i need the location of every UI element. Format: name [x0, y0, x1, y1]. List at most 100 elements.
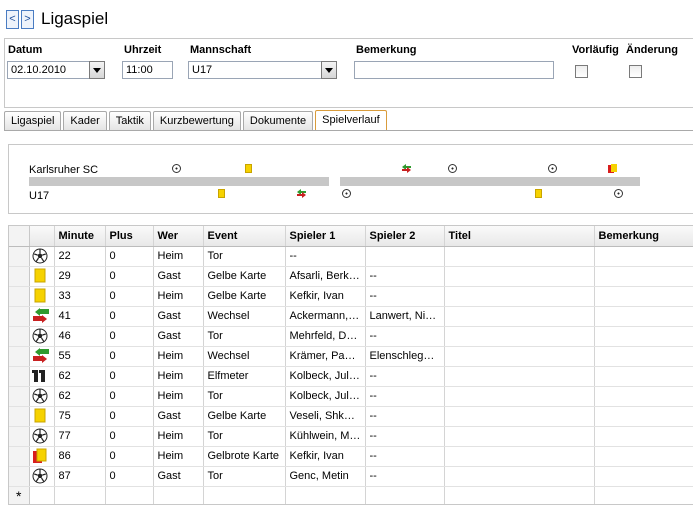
tab-taktik[interactable]: Taktik — [108, 111, 151, 130]
spieler-1-cell[interactable]: Kefkir, Ivan — [285, 446, 366, 467]
row-selector[interactable] — [9, 386, 30, 407]
mannschaft-select[interactable]: U17 — [188, 61, 322, 79]
tab-kurzbewertung[interactable]: Kurzbewertung — [152, 111, 241, 130]
yellow-card-icon[interactable] — [245, 164, 252, 173]
bemerkung-cell[interactable] — [594, 326, 693, 347]
spieler-2-cell[interactable]: -- — [365, 386, 445, 407]
table-row[interactable]: 41 0 Gast Wechsel Ackermann, J... Lanwer… — [9, 306, 693, 327]
row-selector[interactable] — [9, 366, 30, 387]
event-cell[interactable]: Gelbe Karte — [203, 266, 286, 287]
vorlaeufig-checkbox[interactable] — [575, 65, 588, 78]
bemerkung-cell[interactable] — [594, 386, 693, 407]
aenderung-checkbox[interactable] — [629, 65, 642, 78]
spieler-2-cell[interactable]: Lanwert, Nic... — [365, 306, 445, 327]
plus-cell[interactable]: 0 — [105, 446, 154, 467]
minute-cell[interactable]: 77 — [54, 426, 106, 447]
yellow-red-card-icon[interactable] — [608, 164, 617, 173]
plus-cell[interactable]: 0 — [105, 266, 154, 287]
plus-cell[interactable]: 0 — [105, 306, 154, 327]
wer-cell[interactable]: Heim — [153, 286, 204, 307]
spieler-1-cell[interactable]: Genc, Metin — [285, 466, 366, 487]
event-cell[interactable]: Tor — [203, 246, 286, 267]
minute-cell[interactable]: 55 — [54, 346, 106, 367]
plus-cell[interactable]: 0 — [105, 466, 154, 487]
minute-cell[interactable]: 33 — [54, 286, 106, 307]
event-cell[interactable]: Tor — [203, 426, 286, 447]
row-selector-header[interactable] — [9, 226, 30, 247]
row-selector[interactable] — [9, 446, 30, 467]
plus-cell[interactable]: 0 — [105, 366, 154, 387]
spieler-1-cell[interactable]: Veseli, Shkel... — [285, 406, 366, 427]
minute-cell[interactable]: 62 — [54, 386, 106, 407]
new-row-cell[interactable] — [594, 486, 693, 504]
table-row[interactable]: 55 0 Heim Wechsel Krämer, Pascal Elensch… — [9, 346, 693, 367]
spieler-1-cell[interactable]: Kühlwein, Ma... — [285, 426, 366, 447]
titel-cell[interactable] — [444, 426, 595, 447]
wer-cell[interactable]: Heim — [153, 366, 204, 387]
spieler-2-cell[interactable]: -- — [365, 406, 445, 427]
wer-cell[interactable]: Heim — [153, 426, 204, 447]
wer-cell[interactable]: Heim — [153, 346, 204, 367]
mannschaft-dropdown-button[interactable] — [321, 61, 337, 79]
titel-cell[interactable] — [444, 366, 595, 387]
spieler-2-cell[interactable]: -- — [365, 366, 445, 387]
plus-cell[interactable]: 0 — [105, 406, 154, 427]
new-row-cell[interactable] — [54, 486, 106, 504]
spieler-2-cell[interactable]: -- — [365, 326, 445, 347]
spieler-2-cell[interactable]: -- — [365, 446, 445, 467]
table-row[interactable]: 75 0 Gast Gelbe Karte Veseli, Shkel... -… — [9, 406, 693, 427]
spieler-2-cell[interactable]: -- — [365, 286, 445, 307]
row-selector[interactable] — [9, 466, 30, 487]
soccer-ball-icon[interactable] — [172, 164, 181, 173]
bemerkung-cell[interactable] — [594, 346, 693, 367]
row-selector[interactable] — [9, 306, 30, 327]
column-header-titel[interactable]: Titel — [444, 226, 595, 247]
yellow-card-icon[interactable] — [218, 189, 225, 198]
soccer-ball-icon[interactable] — [342, 189, 351, 198]
spieler-1-cell[interactable]: Kefkir, Ivan — [285, 286, 366, 307]
event-cell[interactable]: Gelbe Karte — [203, 406, 286, 427]
bemerkung-cell[interactable] — [594, 426, 693, 447]
titel-cell[interactable] — [444, 246, 595, 267]
new-row-cell[interactable] — [29, 486, 55, 504]
minute-cell[interactable]: 87 — [54, 466, 106, 487]
column-header-minute[interactable]: Minute — [54, 226, 106, 247]
new-row-cell[interactable] — [365, 486, 445, 504]
row-selector[interactable] — [9, 286, 30, 307]
new-row[interactable]: * — [9, 486, 693, 504]
minute-cell[interactable]: 46 — [54, 326, 106, 347]
titel-cell[interactable] — [444, 326, 595, 347]
wer-cell[interactable]: Heim — [153, 246, 204, 267]
event-cell[interactable]: Elfmeter — [203, 366, 286, 387]
plus-cell[interactable]: 0 — [105, 326, 154, 347]
datum-dropdown-button[interactable] — [89, 61, 105, 79]
spieler-2-cell[interactable] — [365, 246, 445, 267]
bemerkung-cell[interactable] — [594, 366, 693, 387]
column-header-bemerkung[interactable]: Bemerkung — [594, 226, 693, 247]
table-row[interactable]: 29 0 Gast Gelbe Karte Afsarli, Berkan -- — [9, 266, 693, 287]
soccer-ball-icon[interactable] — [614, 189, 623, 198]
bemerkung-cell[interactable] — [594, 286, 693, 307]
event-cell[interactable]: Wechsel — [203, 346, 286, 367]
column-header-spieler-1[interactable]: Spieler 1 — [285, 226, 366, 247]
titel-cell[interactable] — [444, 446, 595, 467]
table-row[interactable]: 87 0 Gast Tor Genc, Metin -- — [9, 466, 693, 487]
event-cell[interactable]: Tor — [203, 466, 286, 487]
plus-cell[interactable]: 0 — [105, 386, 154, 407]
plus-cell[interactable]: 0 — [105, 426, 154, 447]
bemerkung-cell[interactable] — [594, 406, 693, 427]
row-selector[interactable] — [9, 266, 30, 287]
column-header-event[interactable]: Event — [203, 226, 286, 247]
spieler-1-cell[interactable]: Mehrfeld, Dan... — [285, 326, 366, 347]
spieler-1-cell[interactable]: Krämer, Pascal — [285, 346, 366, 367]
new-row-cell[interactable] — [153, 486, 204, 504]
table-row[interactable]: 86 0 Heim Gelbrote Karte Kefkir, Ivan -- — [9, 446, 693, 467]
plus-cell[interactable]: 0 — [105, 246, 154, 267]
spieler-2-cell[interactable]: -- — [365, 266, 445, 287]
new-row-cell[interactable] — [105, 486, 154, 504]
soccer-ball-icon[interactable] — [548, 164, 557, 173]
tab-ligaspiel[interactable]: Ligaspiel — [4, 111, 62, 130]
row-selector[interactable] — [9, 346, 30, 367]
spieler-1-cell[interactable]: Kolbeck, Julian — [285, 386, 366, 407]
soccer-ball-icon[interactable] — [448, 164, 457, 173]
